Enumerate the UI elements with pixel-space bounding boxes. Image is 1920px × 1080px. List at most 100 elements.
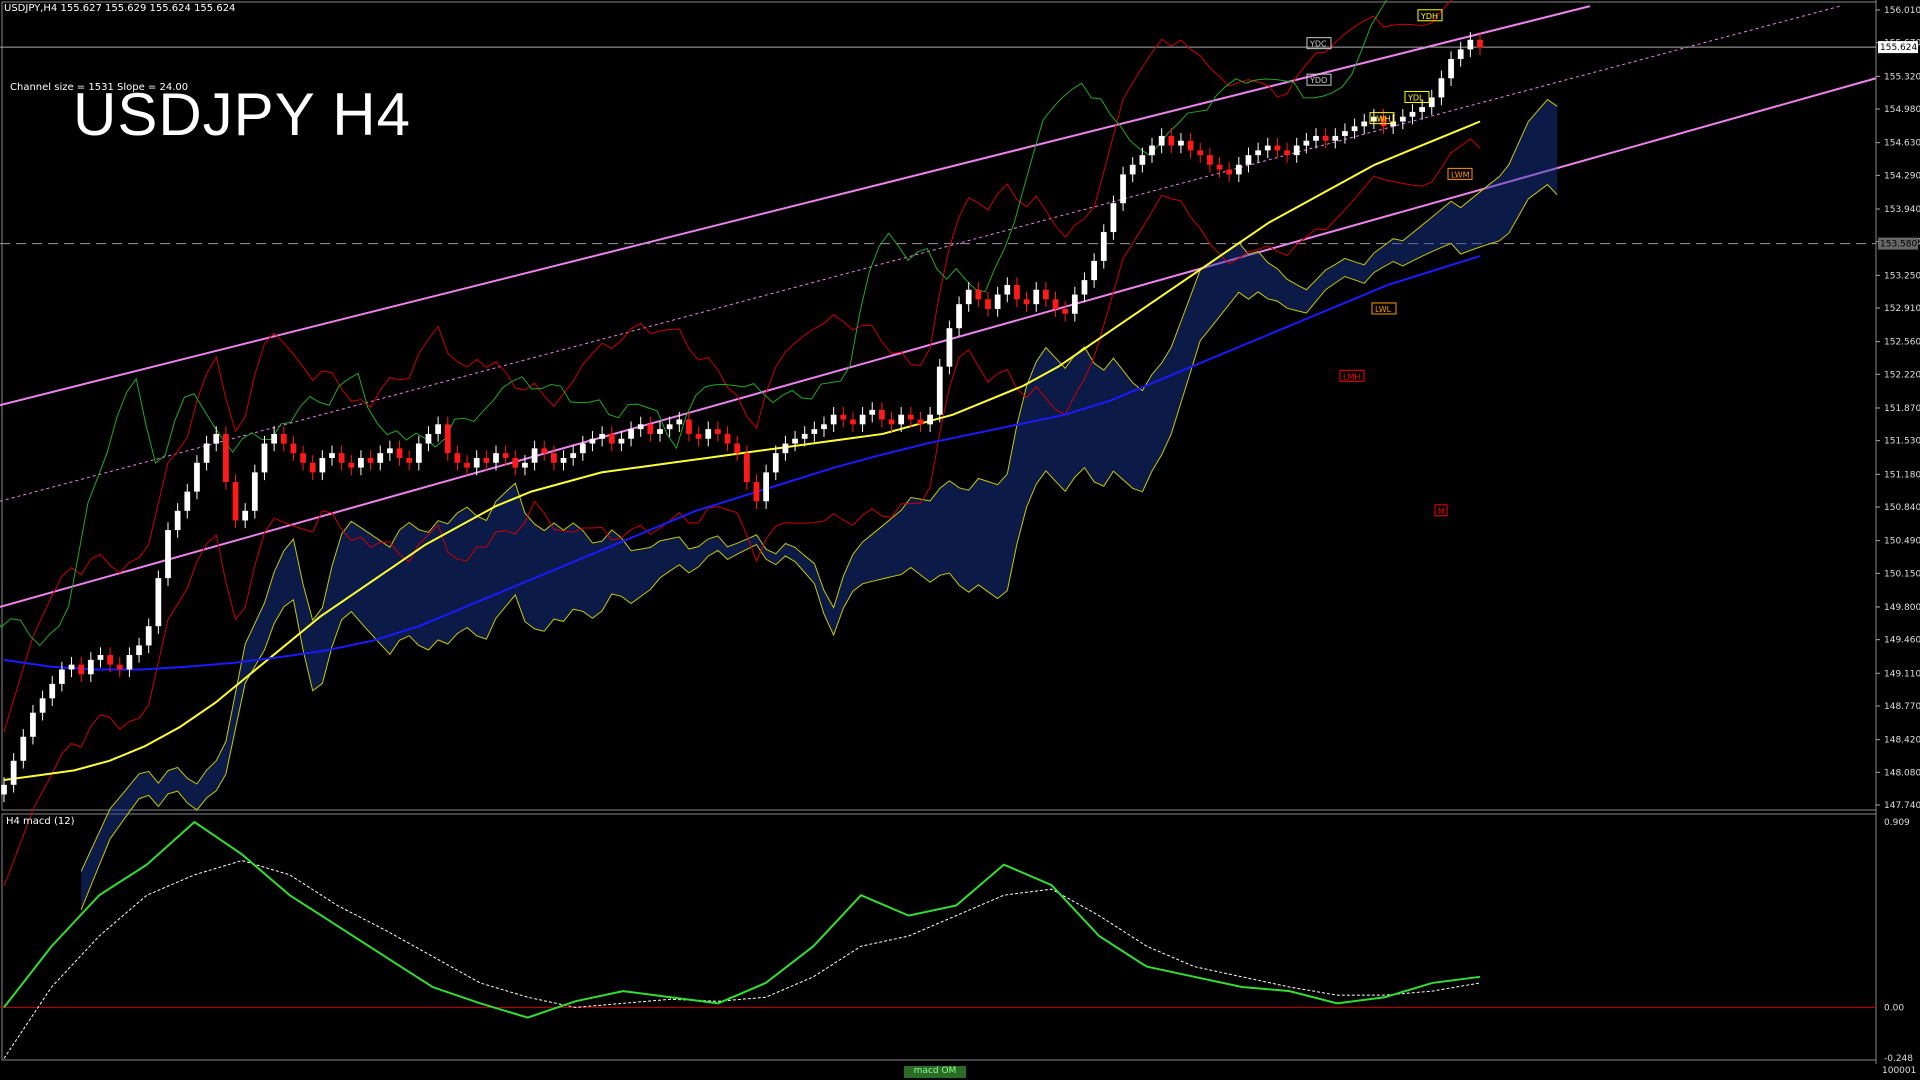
candle-body	[570, 453, 577, 458]
candle-body	[1361, 121, 1368, 127]
ichimoku-cloud	[81, 99, 1558, 910]
candle-body	[850, 419, 856, 425]
candle-body	[811, 429, 818, 434]
candle-body	[859, 414, 866, 425]
candle-body	[1293, 145, 1300, 156]
candle-body	[165, 530, 171, 579]
candle-body	[734, 443, 741, 454]
candle-body	[1438, 78, 1445, 98]
price-tick-label: 156.010	[1884, 6, 1920, 16]
candle-body	[1303, 140, 1310, 146]
candle-body	[599, 433, 605, 439]
price-tick-label: 152.560	[1884, 338, 1920, 348]
candle-body	[907, 414, 914, 420]
candle-body	[1062, 308, 1069, 314]
candle-body	[753, 482, 760, 502]
candle-body	[879, 409, 885, 420]
candle-body	[1168, 135, 1175, 146]
candle-body	[560, 457, 567, 463]
scale-end-label: 100001	[1882, 1066, 1917, 1076]
candle-body	[10, 760, 17, 785]
hline-price-label: 153.580	[1880, 240, 1917, 250]
candle-body	[936, 366, 943, 415]
price-tick-label: 151.870	[1884, 404, 1920, 414]
candle-body	[1197, 150, 1204, 156]
candle-body	[483, 457, 490, 463]
candle-body	[30, 712, 36, 737]
candle-body	[213, 433, 220, 444]
candle-body	[1216, 164, 1223, 170]
candle-body	[772, 453, 779, 473]
candle-body	[927, 414, 933, 425]
candle-body	[869, 409, 876, 415]
candle-body	[78, 664, 85, 675]
candle-body	[396, 448, 403, 458]
candle-body	[1477, 39, 1483, 48]
candle-body	[290, 443, 297, 454]
price-tick-label: 154.980	[1884, 105, 1920, 115]
cloud-edge-b	[80, 183, 1558, 910]
candle-body	[194, 462, 200, 492]
candle-body	[705, 429, 712, 439]
price-tick-label: 150.490	[1884, 537, 1920, 547]
level-label: YDC	[1309, 40, 1327, 49]
candle-body	[280, 433, 287, 444]
candle-body	[628, 429, 634, 439]
candle-body	[435, 424, 441, 434]
price-tick-label: 149.800	[1884, 603, 1920, 613]
candle-body	[1351, 126, 1358, 132]
candle-body	[830, 414, 837, 425]
candle-body	[319, 457, 326, 473]
candle-body	[792, 438, 798, 444]
channel-line	[0, 5, 1591, 407]
candle-body	[1023, 299, 1030, 305]
candle-body	[126, 655, 133, 670]
candle-body	[1264, 145, 1271, 151]
price-chart: YDHYDCYDOYDLLWHLWMLWLLMHM 156.010155.670…	[0, 0, 1920, 1064]
candle-body	[1332, 135, 1339, 141]
tab-macd[interactable]: macd OM	[904, 1066, 966, 1078]
candle-body	[840, 414, 847, 420]
candle-body	[1322, 135, 1329, 141]
price-tick-label: 148.080	[1884, 768, 1920, 778]
candle-body	[1033, 289, 1040, 305]
price-tick-label: 148.770	[1884, 702, 1920, 712]
level-label: LWH	[1373, 115, 1391, 124]
candle-body	[715, 429, 721, 434]
candle-body	[965, 289, 972, 305]
candle-body	[1284, 150, 1290, 156]
price-tick-label: 154.630	[1884, 139, 1920, 149]
macd-line	[3, 820, 1481, 1019]
price-tick-label: 149.460	[1884, 636, 1920, 646]
macd-tick-label: -0.248	[1884, 1054, 1913, 1064]
candle-body	[59, 669, 65, 684]
level-label: YDH	[1420, 12, 1438, 21]
candle-body	[579, 443, 586, 454]
price-tick-label: 153.940	[1884, 205, 1920, 215]
candle-body	[502, 453, 509, 458]
candle-body	[589, 438, 596, 444]
candle-body	[676, 419, 683, 425]
candle-body	[1399, 116, 1406, 122]
candle-body	[763, 472, 769, 502]
candle-body	[39, 698, 46, 713]
candle-body	[956, 304, 962, 329]
candle-body	[1, 784, 7, 795]
candle-body	[541, 448, 548, 454]
candle-body	[473, 457, 480, 468]
candle-body	[464, 462, 470, 468]
level-label: LWL	[1375, 305, 1392, 314]
price-tick-label: 153.250	[1884, 271, 1920, 281]
candle-body	[1004, 284, 1011, 295]
macd-pane-label: H4 macd (12)	[6, 816, 75, 827]
candle-body	[1100, 232, 1107, 261]
macd-signal-line	[3, 860, 1481, 1059]
price-tick-label: 149.110	[1884, 669, 1920, 679]
candle-body	[493, 453, 499, 463]
candle-body	[1081, 280, 1088, 295]
price-tick-label: 148.420	[1884, 736, 1920, 746]
candle-body	[898, 414, 905, 425]
candle-body	[20, 736, 27, 761]
candle-body	[657, 429, 663, 434]
level-label: YDL	[1407, 93, 1424, 102]
